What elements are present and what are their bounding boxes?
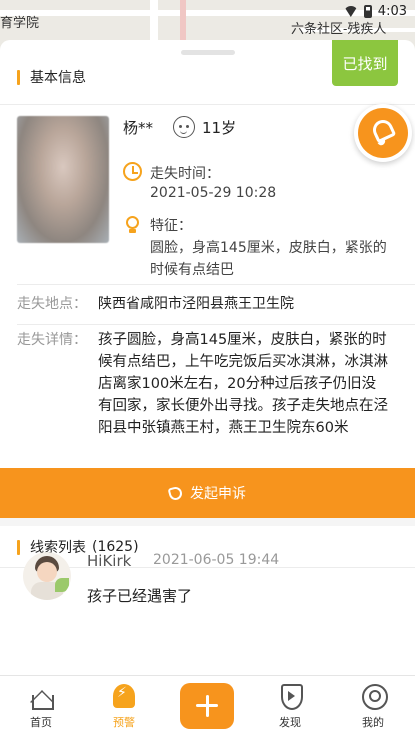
discover-icon xyxy=(277,684,303,710)
battery-icon xyxy=(363,5,372,18)
clue-timestamp: 2021-06-05 19:44 xyxy=(153,552,280,568)
status-time: 4:03 xyxy=(377,4,407,19)
child-face-icon xyxy=(173,116,196,138)
details-label: 走失详情： xyxy=(17,332,87,348)
appeal-button[interactable]: 发起申诉 xyxy=(0,468,415,518)
tab-discover-label: 发现 xyxy=(279,716,301,729)
wifi-icon xyxy=(343,6,358,17)
tab-profile[interactable]: 我的 xyxy=(343,676,403,739)
tab-alert-label: 预警 xyxy=(113,716,135,729)
section-accent-bar xyxy=(17,539,20,555)
child-age: 11岁 xyxy=(202,118,237,137)
alert-icon xyxy=(113,684,135,708)
basic-info-title: 基本信息 xyxy=(30,70,86,86)
avatar[interactable] xyxy=(23,552,71,600)
bulb-icon xyxy=(124,214,141,233)
location-value: 陕西省咸阳市泾阳县燕王卫生院 xyxy=(98,296,294,312)
name-row: 杨** 11岁 xyxy=(123,116,236,138)
found-badge: 已找到 xyxy=(332,40,398,86)
profile-icon xyxy=(360,684,388,710)
divider xyxy=(17,284,415,285)
tab-profile-label: 我的 xyxy=(362,716,384,729)
location-row: 走失地点： 陕西省咸阳市泾阳县燕王卫生院 xyxy=(17,293,388,315)
tab-home[interactable]: 首页 xyxy=(11,676,71,739)
tab-home-label: 首页 xyxy=(30,716,52,729)
features-value: 圆脸，身高145厘米，皮肤白，紧张的时候有点结巴 xyxy=(150,240,387,278)
tab-discover[interactable]: 发现 xyxy=(260,676,320,739)
basic-info-header: 基本信息 xyxy=(17,67,86,87)
status-bar: 4:03 xyxy=(343,4,407,19)
map-label-school: 育学院 xyxy=(0,15,40,30)
drag-handle[interactable] xyxy=(181,50,235,55)
tab-alert[interactable]: 预警 xyxy=(94,676,154,739)
clock-icon xyxy=(123,162,142,181)
details-row: 走失详情： 孩子圆脸，身高145厘米，皮肤白，紧张的时候有点结巴，上午吃完饭后买冰… xyxy=(17,329,388,439)
divider xyxy=(0,104,415,105)
plus-icon[interactable] xyxy=(180,683,234,729)
alert-bell-button[interactable] xyxy=(354,104,412,162)
features-label: 特征： xyxy=(150,218,192,234)
section-accent-bar xyxy=(17,69,20,85)
section-gap xyxy=(0,518,415,526)
clue-username[interactable]: HiKirk xyxy=(87,552,131,570)
home-icon xyxy=(28,684,54,710)
map-label-community: 六条社区-残疾人 xyxy=(291,21,387,36)
child-photo[interactable] xyxy=(17,116,109,243)
location-label: 走失地点： xyxy=(17,296,87,312)
appeal-button-label: 发起申诉 xyxy=(190,486,246,502)
child-name: 杨** xyxy=(123,118,154,137)
missing-time-label: 走失时间： xyxy=(150,166,220,182)
missing-time-value: 2021-05-29 10:28 xyxy=(150,185,277,201)
phone-icon xyxy=(167,485,184,501)
divider xyxy=(17,324,415,325)
details-value: 孩子圆脸，身高145厘米，皮肤白，紧张的时候有点结巴，上午吃完饭后买冰淇淋，冰淇… xyxy=(98,332,388,436)
clue-text: 孩子已经遇害了 xyxy=(87,587,193,605)
